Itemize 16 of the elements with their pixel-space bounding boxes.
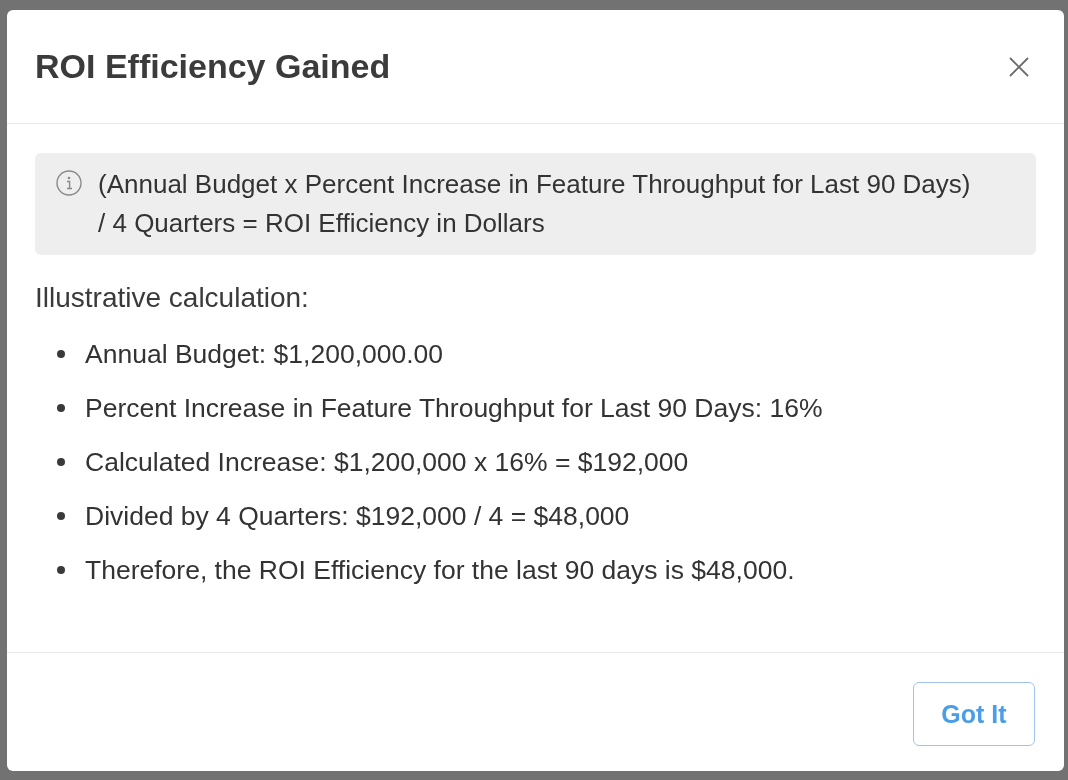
calculation-step: Divided by 4 Quarters: $192,000 / 4 = $48,000 xyxy=(85,497,630,535)
calculation-step: Percent Increase in Feature Throughput for Last 90 Days: 16% xyxy=(85,389,823,427)
dialog-title: ROI Efficiency Gained xyxy=(35,47,391,86)
bullet-icon xyxy=(57,566,65,574)
formula-text: (Annual Budget x Percent Increase in Feature Throughput for Last 90 Days) / 4 Quarters = ROI Efficiency in Dollars xyxy=(98,168,972,240)
section-heading: Illustrative calculation: xyxy=(35,281,310,315)
got-it-button[interactable]: Got It xyxy=(913,682,1035,746)
bullet-icon xyxy=(57,350,65,358)
info-icon xyxy=(56,170,82,196)
close-icon xyxy=(1009,56,1029,77)
bullet-icon xyxy=(57,512,65,520)
bullet-icon xyxy=(57,404,65,412)
calculation-step: Annual Budget: $1,200,000.00 xyxy=(85,335,444,373)
calculation-step: Calculated Increase: $1,200,000 x 16% = $192,000 xyxy=(85,443,689,481)
bullet-icon xyxy=(57,458,65,466)
calculation-step: Therefore, the ROI Efficiency for the last 90 days is $48,000. xyxy=(85,551,795,589)
